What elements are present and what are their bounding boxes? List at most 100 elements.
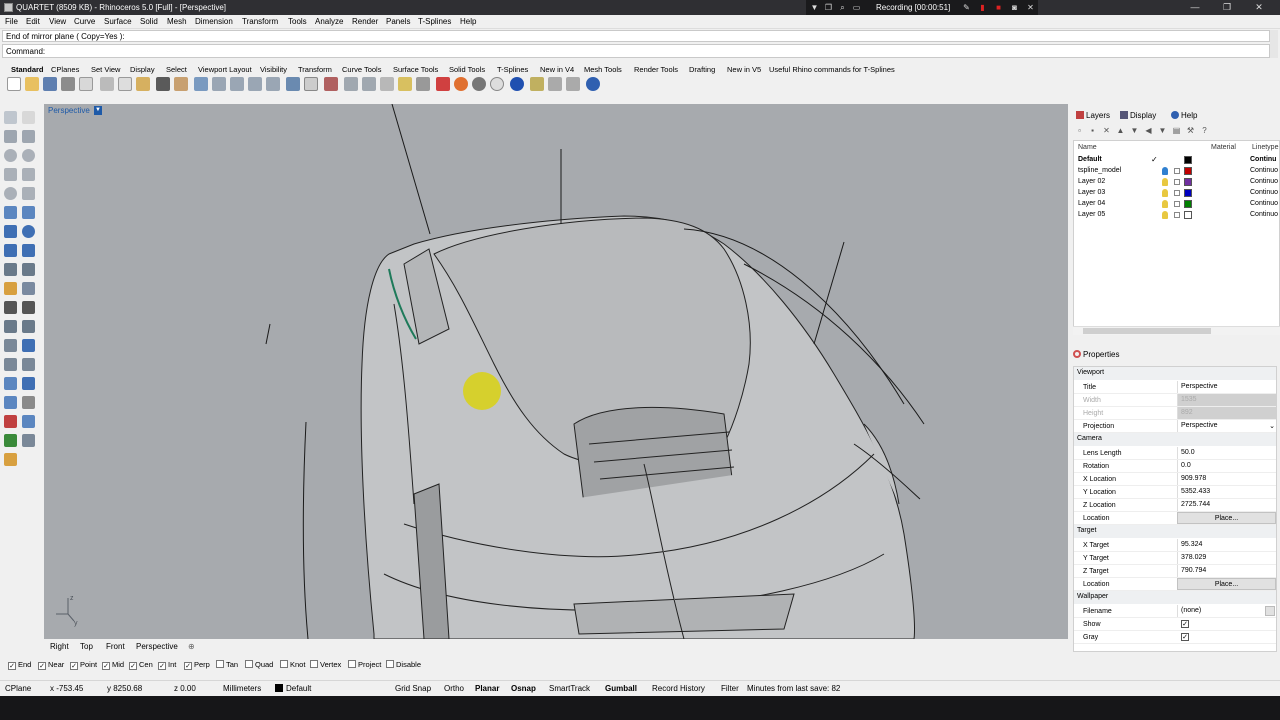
rotate-view-icon[interactable]: [194, 77, 208, 91]
section-target[interactable]: Target: [1074, 525, 1276, 538]
zoom-window-icon[interactable]: [230, 77, 244, 91]
lock-icon[interactable]: [1174, 190, 1180, 196]
tab-cplanes[interactable]: CPlanes: [51, 65, 79, 74]
layer-row-layer-05[interactable]: Layer 05 Continuo: [1074, 210, 1279, 221]
circle-icon[interactable]: [4, 149, 17, 162]
check-icon[interactable]: [4, 434, 17, 447]
tab-display[interactable]: Display: [130, 65, 155, 74]
layer-row-layer-02[interactable]: Layer 02 Continuo: [1074, 177, 1279, 188]
menu-solid[interactable]: Solid: [140, 17, 158, 26]
lock-icon[interactable]: [1174, 168, 1180, 174]
four-viewports-icon[interactable]: [304, 77, 318, 91]
polyline-icon[interactable]: [4, 130, 17, 143]
cut-icon[interactable]: [100, 77, 114, 91]
copy-object-icon[interactable]: [22, 320, 35, 333]
osnap-perp-checkbox[interactable]: ✓: [184, 662, 192, 670]
menu-curve[interactable]: Curve: [74, 17, 95, 26]
viewport-menu-arrow-icon[interactable]: ▼: [94, 106, 102, 115]
maximize-icon[interactable]: ❐: [1212, 1, 1242, 14]
stop-icon[interactable]: ■: [994, 3, 1003, 12]
osnap-toggle[interactable]: Osnap: [511, 684, 536, 693]
color-wheel-icon[interactable]: [454, 77, 468, 91]
open-file-icon[interactable]: [25, 77, 39, 91]
menu-analyze[interactable]: Analyze: [315, 17, 343, 26]
section-wallpaper[interactable]: Wallpaper: [1074, 591, 1276, 604]
tab-useful-tsplines-commands[interactable]: Useful Rhino commands for T-Splines: [769, 65, 895, 74]
delete-layer-icon[interactable]: ✕: [1102, 126, 1111, 135]
minimize-recorder-icon[interactable]: ▭: [852, 3, 861, 12]
layer-row-tspline-model[interactable]: tspline_model Continuo: [1074, 166, 1279, 177]
tab-perspective-view[interactable]: Perspective: [136, 642, 178, 651]
dimension-icon[interactable]: [22, 339, 35, 352]
perspective-viewport[interactable]: z y Perspective ▼: [44, 104, 1068, 639]
osnap-knot[interactable]: Knot: [280, 660, 305, 669]
osnap-project[interactable]: Project: [348, 660, 381, 669]
layer-row-default[interactable]: Default ✓ Continu: [1074, 155, 1279, 166]
menu-edit[interactable]: Edit: [26, 17, 40, 26]
osnap-tan[interactable]: Tan: [216, 660, 238, 669]
tab-surface-tools[interactable]: Surface Tools: [393, 65, 438, 74]
zoom-dynamic-icon[interactable]: [212, 77, 226, 91]
visibility-bulb-icon[interactable]: [1162, 167, 1168, 175]
layer-states-icon[interactable]: ▤: [1172, 126, 1181, 135]
record-history-toggle[interactable]: Record History: [652, 684, 705, 693]
osnap-mid[interactable]: ✓ Mid: [102, 660, 124, 670]
pen-icon[interactable]: ✎: [962, 3, 971, 12]
osnap-disable-checkbox[interactable]: [386, 660, 394, 668]
mesh-icon[interactable]: [4, 263, 17, 276]
tab-top-view[interactable]: Top: [80, 642, 93, 651]
wallpaper-filename-field[interactable]: (none): [1177, 605, 1276, 617]
close-icon[interactable]: ✕: [1244, 1, 1274, 14]
target-place-button[interactable]: Place...: [1177, 578, 1276, 590]
move-down-icon[interactable]: ▼: [1130, 126, 1139, 135]
select-arrow-icon[interactable]: [4, 111, 17, 124]
tab-display-panel[interactable]: Display: [1120, 111, 1156, 120]
shaded-sphere-icon[interactable]: [472, 77, 486, 91]
layer-color-swatch[interactable]: [1184, 200, 1192, 208]
osnap-perp[interactable]: ✓ Perp: [184, 660, 210, 670]
show-icon[interactable]: [380, 77, 394, 91]
menu-tsplines[interactable]: T-Splines: [418, 17, 451, 26]
camera-icon[interactable]: ◙: [1010, 3, 1019, 12]
command-scrollbar[interactable]: [1270, 30, 1278, 58]
show-wallpaper-checkbox[interactable]: ✓: [1181, 620, 1189, 628]
mirror-icon[interactable]: [22, 358, 35, 371]
layer-icon[interactable]: [436, 77, 450, 91]
scale-icon[interactable]: [4, 358, 17, 371]
move-up-icon[interactable]: ▲: [1116, 126, 1125, 135]
copy-icon[interactable]: [118, 77, 132, 91]
network-icon[interactable]: [566, 77, 580, 91]
osnap-quad-checkbox[interactable]: [245, 660, 253, 668]
sphere-icon[interactable]: [22, 225, 35, 238]
restore-icon[interactable]: ❐: [824, 3, 833, 12]
osnap-end[interactable]: ✓ End: [8, 660, 31, 670]
section-camera[interactable]: Camera: [1074, 433, 1276, 446]
osnap-mid-checkbox[interactable]: ✓: [102, 662, 110, 670]
projection-select[interactable]: Perspective: [1177, 420, 1276, 432]
lock-icon[interactable]: [1174, 201, 1180, 207]
freeform-icon[interactable]: [22, 187, 35, 200]
add-viewport-icon[interactable]: ⊕: [188, 642, 195, 651]
undo-icon[interactable]: [156, 77, 170, 91]
surface-icon[interactable]: [4, 206, 17, 219]
tab-new-in-v4[interactable]: New in V4: [540, 65, 574, 74]
minimize-icon[interactable]: —: [1180, 1, 1210, 14]
arc-icon[interactable]: [22, 149, 35, 162]
gray-wallpaper-checkbox[interactable]: ✓: [1181, 633, 1189, 641]
menu-panels[interactable]: Panels: [386, 17, 410, 26]
print-icon[interactable]: [61, 77, 75, 91]
tab-set-view[interactable]: Set View: [91, 65, 120, 74]
tab-new-in-v5[interactable]: New in V5: [727, 65, 761, 74]
loft-icon[interactable]: [22, 206, 35, 219]
visibility-bulb-icon[interactable]: [1162, 189, 1168, 197]
menu-tools[interactable]: Tools: [288, 17, 307, 26]
paste-icon[interactable]: [136, 77, 150, 91]
menu-render[interactable]: Render: [352, 17, 378, 26]
osnap-knot-checkbox[interactable]: [280, 660, 288, 668]
osnap-quad[interactable]: Quad: [245, 660, 273, 669]
gumball-toggle[interactable]: Gumball: [605, 684, 637, 693]
layer-row-layer-03[interactable]: Layer 03 Continuo: [1074, 188, 1279, 199]
dropdown-icon[interactable]: ▼: [810, 3, 819, 12]
block-icon[interactable]: [22, 396, 35, 409]
tab-render-tools[interactable]: Render Tools: [634, 65, 678, 74]
